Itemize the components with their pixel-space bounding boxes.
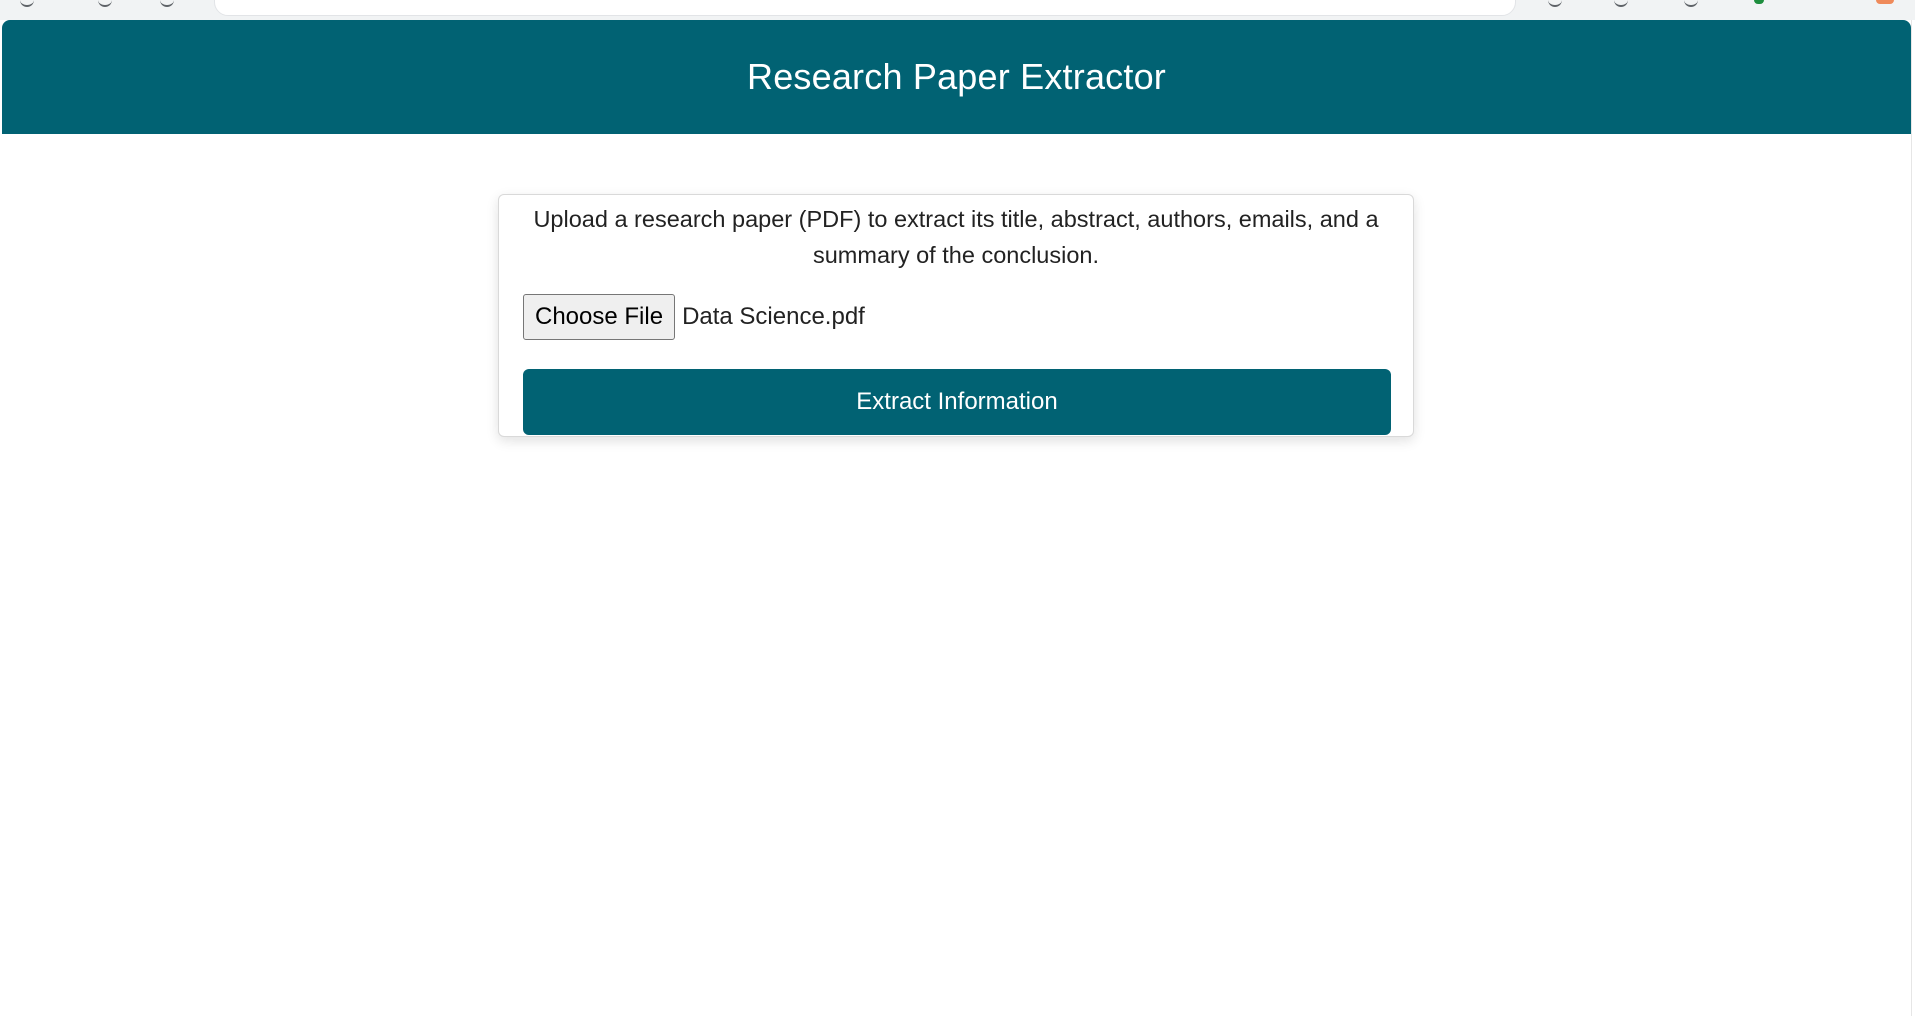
pen-icon[interactable] [1614, 0, 1628, 7]
forward-icon[interactable] [98, 0, 112, 7]
choose-file-button[interactable]: Choose File [523, 294, 676, 340]
reload-icon[interactable] [160, 0, 174, 7]
extract-information-button[interactable]: Extract Information [523, 369, 1391, 435]
address-bar[interactable] [214, 0, 1516, 16]
page-title: Research Paper Extractor [747, 56, 1166, 97]
app-header: Research Paper Extractor [2, 20, 1911, 134]
profile-avatar-icon[interactable] [1876, 0, 1894, 4]
reading-list-icon[interactable] [1548, 0, 1562, 7]
selected-file-name: Data Science.pdf [682, 303, 865, 330]
back-icon[interactable] [20, 0, 34, 7]
upload-instructions: Upload a research paper (PDF) to extract… [533, 206, 1379, 268]
file-input[interactable]: Choose File Data Science.pdf [523, 294, 865, 340]
page: Research Paper Extractor Upload a resear… [2, 20, 1912, 1016]
browser-toolbar [0, 0, 1915, 20]
upload-card: Upload a research paper (PDF) to extract… [498, 194, 1414, 437]
extensions-icon[interactable] [1684, 0, 1698, 7]
account-status-icon[interactable] [1754, 0, 1764, 4]
